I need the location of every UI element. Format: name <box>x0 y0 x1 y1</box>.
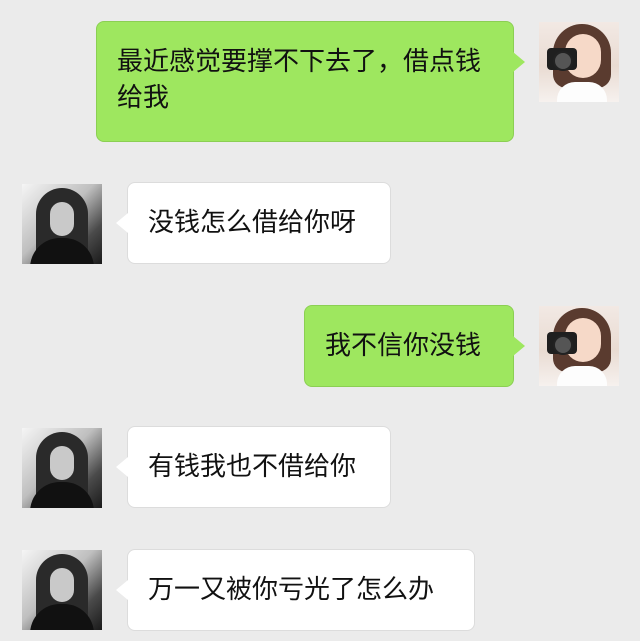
message-bubble-other[interactable]: 没钱怎么借给你呀 <box>127 182 391 264</box>
bubble-tail <box>116 457 128 477</box>
avatar-face <box>50 446 74 480</box>
other-avatar[interactable] <box>22 550 102 630</box>
message-text: 有钱我也不借给你 <box>148 452 357 482</box>
avatar-shirt <box>557 82 607 102</box>
message-bubble-other[interactable]: 有钱我也不借给你 <box>127 426 391 508</box>
camera-lens-icon <box>553 51 573 71</box>
other-avatar[interactable] <box>22 428 102 508</box>
chat-window: 最近感觉要撑不下去了，借点钱给我 没钱怎么借给你呀 我不信你没钱 有钱我也不借给… <box>0 0 640 641</box>
self-avatar[interactable] <box>539 306 619 386</box>
message-text: 最近感觉要撑不下去了，借点钱给我 <box>117 47 482 113</box>
message-text: 万一又被你亏光了怎么办 <box>148 575 435 605</box>
message-bubble-self[interactable]: 我不信你没钱 <box>304 305 514 387</box>
avatar-face <box>50 202 74 236</box>
avatar-shirt <box>557 366 607 386</box>
self-avatar[interactable] <box>539 22 619 102</box>
bubble-tail <box>513 52 525 72</box>
avatar-face <box>50 568 74 602</box>
camera-lens-icon <box>553 335 573 355</box>
message-bubble-self[interactable]: 最近感觉要撑不下去了，借点钱给我 <box>96 21 514 142</box>
other-avatar[interactable] <box>22 184 102 264</box>
bubble-tail <box>513 336 525 356</box>
message-text: 没钱怎么借给你呀 <box>148 208 357 238</box>
bubble-tail <box>116 213 128 233</box>
message-text: 我不信你没钱 <box>325 331 482 361</box>
message-bubble-other[interactable]: 万一又被你亏光了怎么办 <box>127 549 475 631</box>
bubble-tail <box>116 580 128 600</box>
